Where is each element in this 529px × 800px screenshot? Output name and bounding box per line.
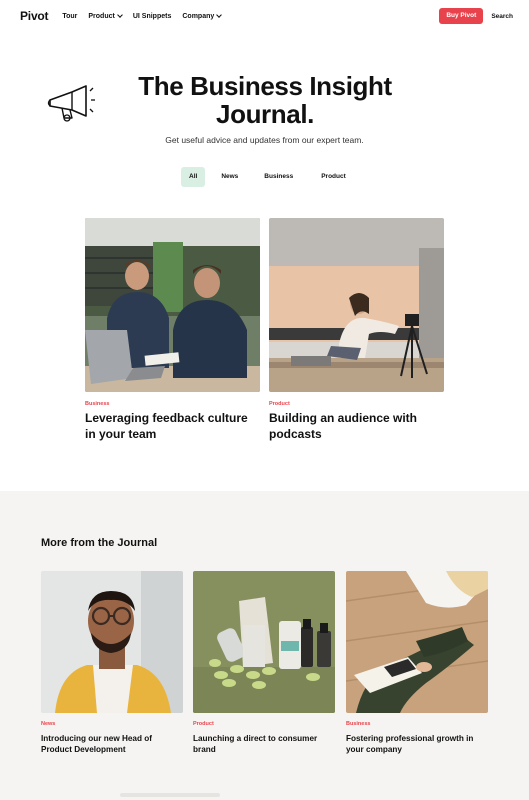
page-title: The Business Insight Journal. xyxy=(138,71,392,130)
category-filters: All News Business Product xyxy=(181,167,354,187)
chevron-down-icon xyxy=(216,11,223,18)
nav-link-tour[interactable]: Tour xyxy=(62,13,77,20)
filter-business[interactable]: Business xyxy=(256,167,301,187)
featured-category: Business xyxy=(85,401,110,407)
card-title[interactable]: Fostering professional growth in your co… xyxy=(346,733,488,756)
top-nav: Pivot Tour Product UI Snippets Company B… xyxy=(0,0,529,32)
filter-all[interactable]: All xyxy=(181,167,206,187)
nav-link-company[interactable]: Company xyxy=(182,11,223,20)
more-heading: More from the Journal xyxy=(41,537,158,549)
filter-news[interactable]: News xyxy=(213,167,246,187)
chevron-down-icon xyxy=(117,11,123,18)
card-category: Product xyxy=(193,721,214,727)
nav-link-label: Tour xyxy=(62,12,78,20)
filter-product[interactable]: Product xyxy=(313,167,354,187)
nav-link-label: UI Snippets xyxy=(132,12,172,20)
card-category: News xyxy=(41,721,56,727)
featured-title[interactable]: Building an audience with podcasts xyxy=(269,411,441,443)
buy-button[interactable]: Buy Pivot xyxy=(439,8,484,24)
search-link[interactable]: Search xyxy=(491,13,513,20)
nav-link-ui-snippets[interactable]: UI Snippets xyxy=(133,13,172,20)
featured-title[interactable]: Leveraging feedback culture in your team xyxy=(85,411,257,443)
featured-category: Product xyxy=(269,401,290,407)
featured-image-podcast[interactable] xyxy=(269,218,444,392)
megaphone-icon xyxy=(46,82,98,124)
page-subtitle-text: Get useful advice and updates from our e… xyxy=(165,135,364,145)
card-category: Business xyxy=(346,721,371,727)
nav-link-label: Product xyxy=(88,12,115,20)
nav-link-product[interactable]: Product xyxy=(88,11,123,20)
logo[interactable]: Pivot xyxy=(20,9,49,23)
card-title[interactable]: Launching a direct to consumer brand xyxy=(193,733,335,756)
card-image-head-of-product[interactable] xyxy=(41,571,183,713)
card-image-consumer-brand[interactable] xyxy=(193,571,335,713)
nav-link-label: Company xyxy=(182,12,215,20)
featured-image-team[interactable] xyxy=(85,218,260,392)
footer-fade xyxy=(120,793,220,797)
page-subtitle: Get useful advice and updates from our e… xyxy=(0,135,529,145)
card-title[interactable]: Introducing our new Head of Product Deve… xyxy=(41,733,183,756)
card-image-professional-growth[interactable] xyxy=(346,571,488,713)
